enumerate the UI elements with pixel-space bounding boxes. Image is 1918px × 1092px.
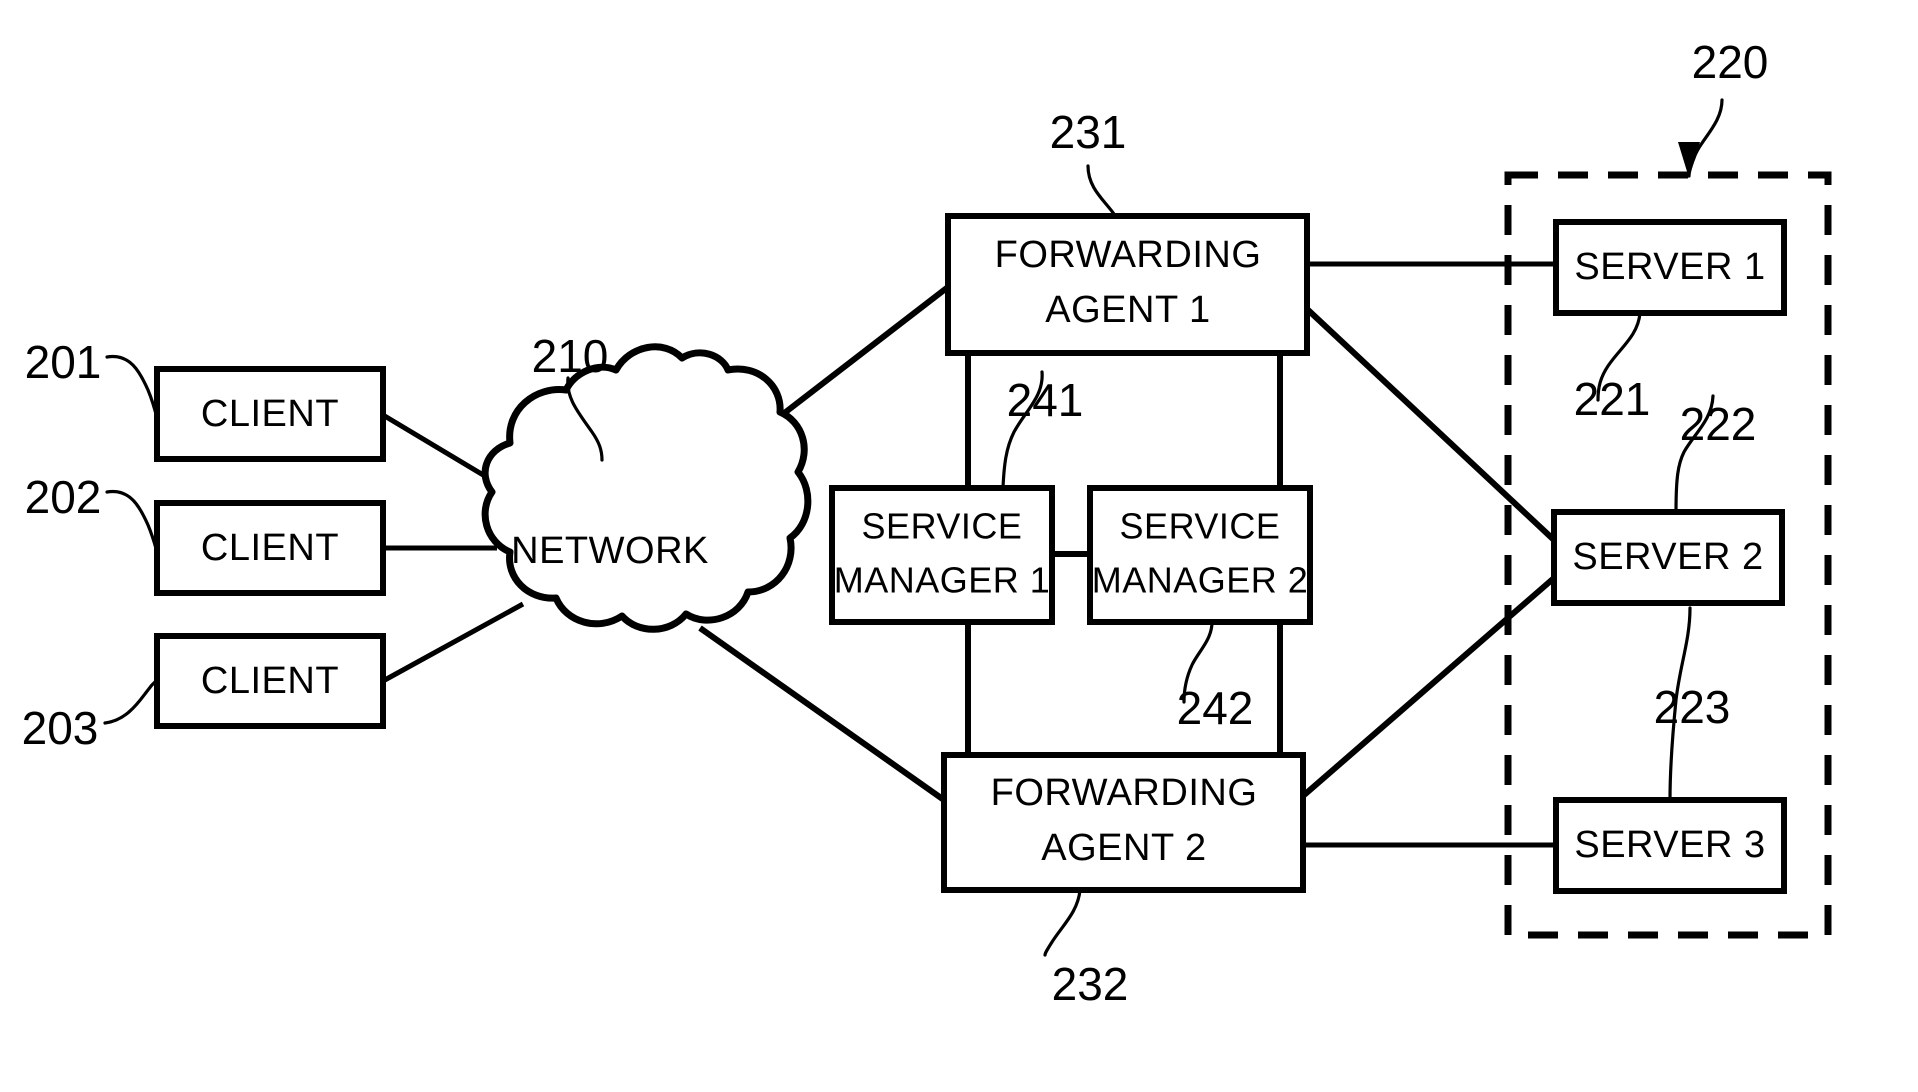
forwarding-agent-label-1-line1: FORWARDING xyxy=(995,234,1262,276)
leader-232 xyxy=(1043,888,1082,957)
ref-label-202: 202 xyxy=(25,471,102,523)
link-network-forwarding-agent-2 xyxy=(698,625,946,803)
ref-label-223: 223 xyxy=(1654,681,1731,733)
service-manager-label-2-line2: MANAGER 2 xyxy=(1092,560,1309,601)
service-manager-label-1-line1: SERVICE xyxy=(862,506,1023,547)
leader-231 xyxy=(1086,164,1122,219)
client-label-2: CLIENT xyxy=(201,527,339,569)
leader-202 xyxy=(105,489,159,554)
figure-canvas: CLIENT CLIENT CLIENT NETWORK FORWARDING … xyxy=(0,0,1918,1092)
ref-label-203: 203 xyxy=(22,702,99,754)
server-label-1: SERVER 1 xyxy=(1574,246,1765,288)
link-fa2-server2 xyxy=(1301,575,1556,799)
server-label-2: SERVER 2 xyxy=(1572,536,1763,578)
forwarding-agent-label-2-line1: FORWARDING xyxy=(991,772,1258,814)
forwarding-agent-label-1-line2: AGENT 1 xyxy=(1045,289,1210,331)
server-label-3: SERVER 3 xyxy=(1574,824,1765,866)
service-manager-label-2-line1: SERVICE xyxy=(1120,506,1281,547)
leader-201 xyxy=(105,354,159,420)
link-client3-network xyxy=(381,601,525,684)
leader-203 xyxy=(103,678,159,725)
network-architecture-diagram: CLIENT CLIENT CLIENT NETWORK FORWARDING … xyxy=(22,36,1832,1010)
client-label-1: CLIENT xyxy=(201,393,339,435)
ref-label-201: 201 xyxy=(25,336,102,388)
ref-label-231: 231 xyxy=(1050,106,1127,158)
service-manager-label-1-line2: MANAGER 1 xyxy=(834,560,1051,601)
ref-label-210: 210 xyxy=(532,330,609,382)
network-label: NETWORK xyxy=(511,530,709,572)
ref-label-232: 232 xyxy=(1052,958,1129,1010)
network-cloud-icon xyxy=(481,343,812,633)
leader-220 xyxy=(1687,98,1724,178)
ref-label-221: 221 xyxy=(1574,373,1651,425)
link-fa1-server2 xyxy=(1304,306,1557,543)
forwarding-agent-label-2-line2: AGENT 2 xyxy=(1041,827,1206,869)
client-label-3: CLIENT xyxy=(201,660,339,702)
ref-label-242: 242 xyxy=(1177,682,1254,734)
ref-label-222: 222 xyxy=(1680,398,1757,450)
ref-label-241: 241 xyxy=(1007,374,1084,426)
ref-label-220: 220 xyxy=(1692,36,1769,88)
